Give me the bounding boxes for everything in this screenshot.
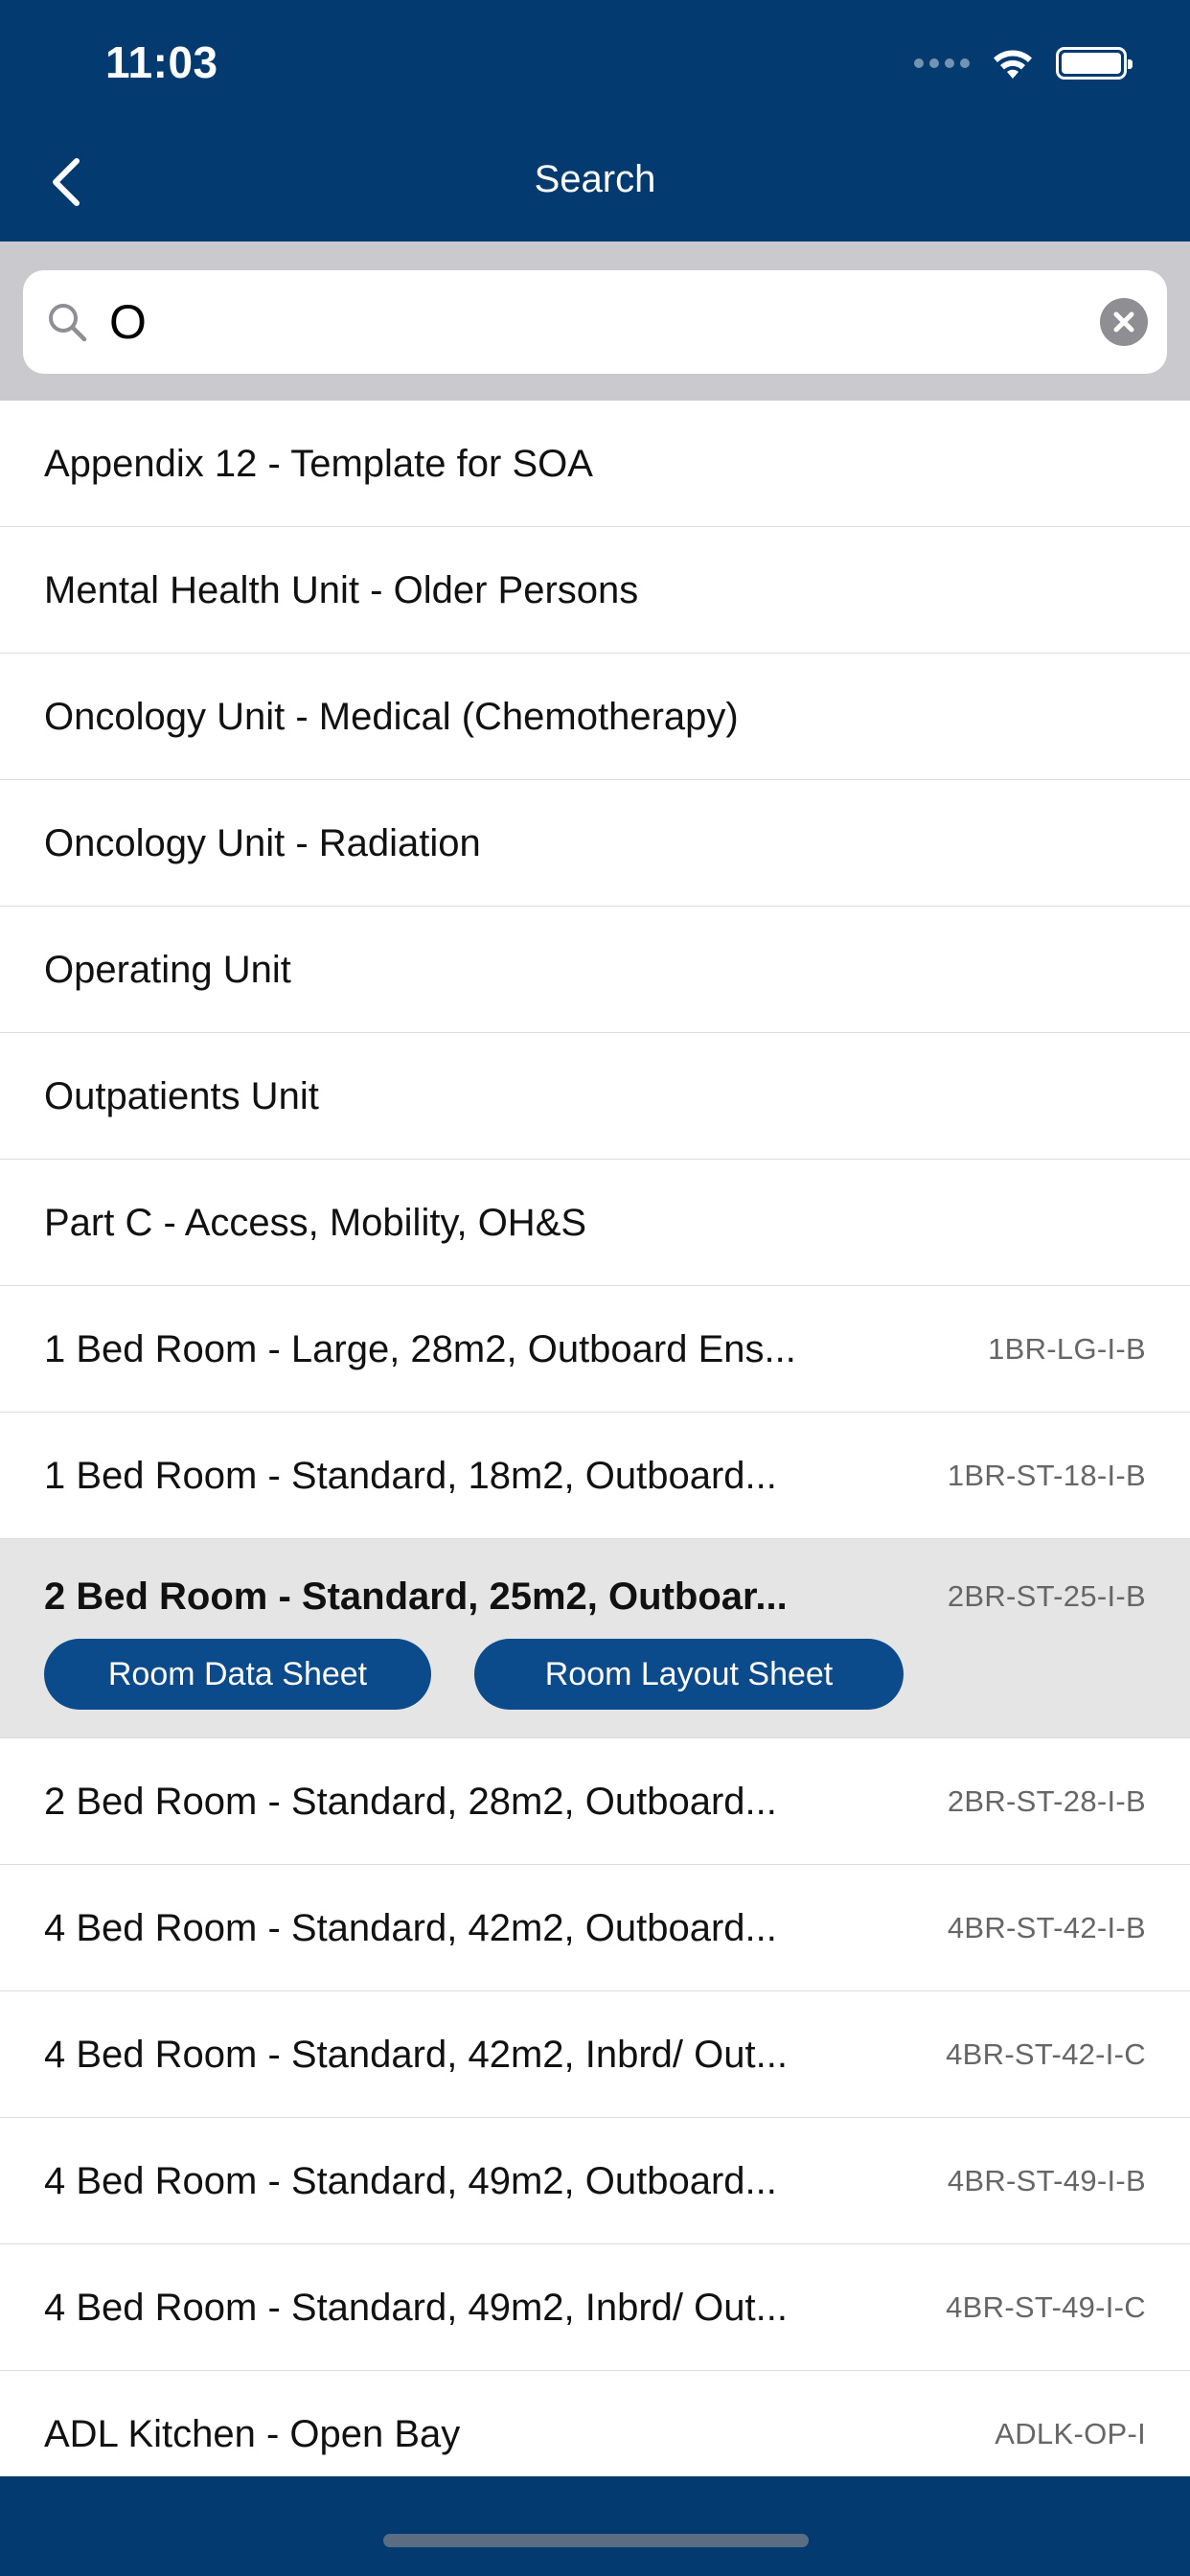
list-item[interactable]: Oncology Unit - Medical (Chemotherapy): [0, 654, 1190, 780]
list-item[interactable]: Operating Unit: [0, 907, 1190, 1033]
list-item-label: 1 Bed Room - Large, 28m2, Outboard Ens..…: [44, 1328, 796, 1370]
list-item-code: 4BR-ST-49-I-B: [947, 2164, 1146, 2197]
search-bar: [0, 242, 1190, 401]
cellular-signal-icon: [914, 58, 970, 68]
list-item[interactable]: 2 Bed Room - Standard, 28m2, Outboard...…: [0, 1738, 1190, 1865]
list-item[interactable]: 4 Bed Room - Standard, 49m2, Inbrd/ Out.…: [0, 2244, 1190, 2371]
screen: 11:03 Search O Appendix 12 - Template fo…: [0, 0, 1190, 2576]
list-item-label: Oncology Unit - Radiation: [44, 822, 481, 864]
list-item-code: 4BR-ST-42-I-B: [947, 1911, 1146, 1944]
results-list: Appendix 12 - Template for SOA Mental He…: [0, 401, 1190, 2497]
list-item-label: 2 Bed Room - Standard, 28m2, Outboard...: [44, 1781, 777, 1823]
list-item-label: 2 Bed Room - Standard, 25m2, Outboar...: [44, 1576, 788, 1618]
bottom-bar: [0, 2476, 1190, 2576]
search-field[interactable]: [23, 270, 1167, 374]
list-item[interactable]: Part C - Access, Mobility, OH&S: [0, 1160, 1190, 1286]
list-item-label: 4 Bed Room - Standard, 49m2, Outboard...: [44, 2160, 777, 2202]
page-title: Search: [534, 158, 656, 200]
list-item-code: 1BR-ST-18-I-B: [947, 1459, 1146, 1492]
list-item[interactable]: 4 Bed Room - Standard, 49m2, Outboard...…: [0, 2118, 1190, 2244]
list-item-label: 4 Bed Room - Standard, 42m2, Outboard...: [44, 1907, 777, 1949]
list-item-label: Mental Health Unit - Older Persons: [44, 569, 639, 611]
room-layout-sheet-button[interactable]: Room Layout Sheet: [474, 1639, 904, 1710]
battery-icon: [1056, 47, 1133, 80]
list-item[interactable]: 1 Bed Room - Standard, 18m2, Outboard...…: [0, 1413, 1190, 1539]
list-item[interactable]: Oncology Unit - Radiation: [0, 780, 1190, 907]
list-item-label: Appendix 12 - Template for SOA: [44, 443, 593, 485]
list-item[interactable]: 4 Bed Room - Standard, 42m2, Inbrd/ Out.…: [0, 1991, 1190, 2118]
room-data-sheet-button[interactable]: Room Data Sheet: [44, 1639, 431, 1710]
list-item-code: 2BR-ST-25-I-B: [947, 1579, 1146, 1613]
home-indicator[interactable]: [383, 2534, 809, 2547]
list-item-code: 4BR-ST-49-I-C: [946, 2290, 1146, 2324]
list-item-label: Part C - Access, Mobility, OH&S: [44, 1202, 587, 1244]
list-item-label: Operating Unit: [44, 949, 291, 991]
clear-icon: [1113, 311, 1134, 333]
search-icon: [49, 304, 87, 342]
list-item[interactable]: Outpatients Unit: [0, 1033, 1190, 1160]
list-item-code: 1BR-LG-I-B: [988, 1332, 1146, 1366]
list-item-label: 4 Bed Room - Standard, 49m2, Inbrd/ Out.…: [44, 2287, 788, 2329]
list-item[interactable]: 4 Bed Room - Standard, 42m2, Outboard...…: [0, 1865, 1190, 1991]
list-item-label: 1 Bed Room - Standard, 18m2, Outboard...: [44, 1455, 777, 1497]
status-icons: [914, 44, 1133, 82]
clear-search-button[interactable]: [1100, 298, 1148, 346]
list-item[interactable]: Appendix 12 - Template for SOA: [0, 401, 1190, 527]
wifi-icon: [994, 50, 1032, 79]
list-item-code: 4BR-ST-42-I-C: [946, 2037, 1146, 2071]
navigation-header: 11:03 Search: [0, 0, 1190, 242]
list-item-label: 4 Bed Room - Standard, 42m2, Inbrd/ Out.…: [44, 2034, 788, 2076]
list-item-label: Outpatients Unit: [44, 1075, 319, 1117]
list-item-code: 2BR-ST-28-I-B: [947, 1784, 1146, 1818]
list-item[interactable]: 1 Bed Room - Large, 28m2, Outboard Ens..…: [0, 1286, 1190, 1413]
selected-list-item[interactable]: 2 Bed Room - Standard, 25m2, Outboar... …: [0, 1539, 1190, 1738]
list-item-label: Oncology Unit - Medical (Chemotherapy): [44, 696, 739, 738]
search-input[interactable]: [109, 284, 1067, 360]
status-time: 11:03: [105, 37, 218, 87]
list-item[interactable]: Mental Health Unit - Older Persons: [0, 527, 1190, 654]
